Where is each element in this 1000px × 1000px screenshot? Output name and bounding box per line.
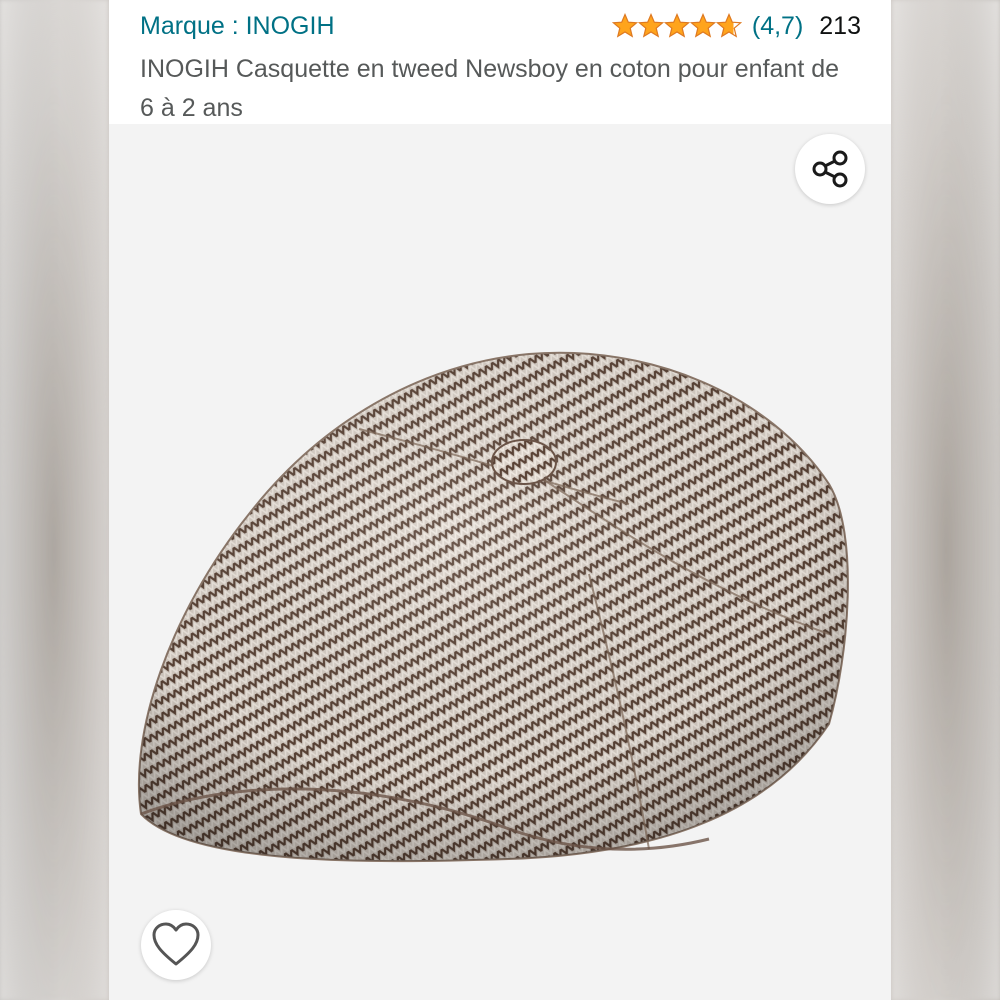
star-icon	[715, 13, 742, 39]
wishlist-button[interactable]	[141, 910, 211, 980]
rating-value[interactable]: (4,7)	[752, 12, 803, 41]
product-image-gallery[interactable]	[109, 124, 891, 1000]
star-rating	[611, 13, 742, 39]
share-button[interactable]	[795, 134, 865, 204]
star-icon	[611, 13, 638, 39]
product-card: Marque : INOGIH (4,7) 213 INOGIH Casquet…	[109, 0, 891, 1000]
star-icon	[663, 13, 690, 39]
product-title: INOGIH Casquette en tweed Newsboy en cot…	[140, 55, 840, 122]
product-header: Marque : INOGIH (4,7) 213 INOGIH Casquet…	[109, 0, 891, 124]
rating-count[interactable]: 213	[819, 12, 861, 41]
heart-icon	[152, 922, 200, 966]
share-icon	[812, 150, 848, 188]
brand-link[interactable]: Marque : INOGIH	[140, 10, 335, 42]
rating-summary[interactable]: (4,7) 213	[611, 10, 861, 42]
star-icon	[637, 13, 664, 39]
blurred-backdrop-left	[0, 0, 108, 1000]
star-icon	[689, 13, 716, 39]
product-image	[137, 351, 849, 863]
blurred-backdrop-right	[892, 0, 1000, 1000]
